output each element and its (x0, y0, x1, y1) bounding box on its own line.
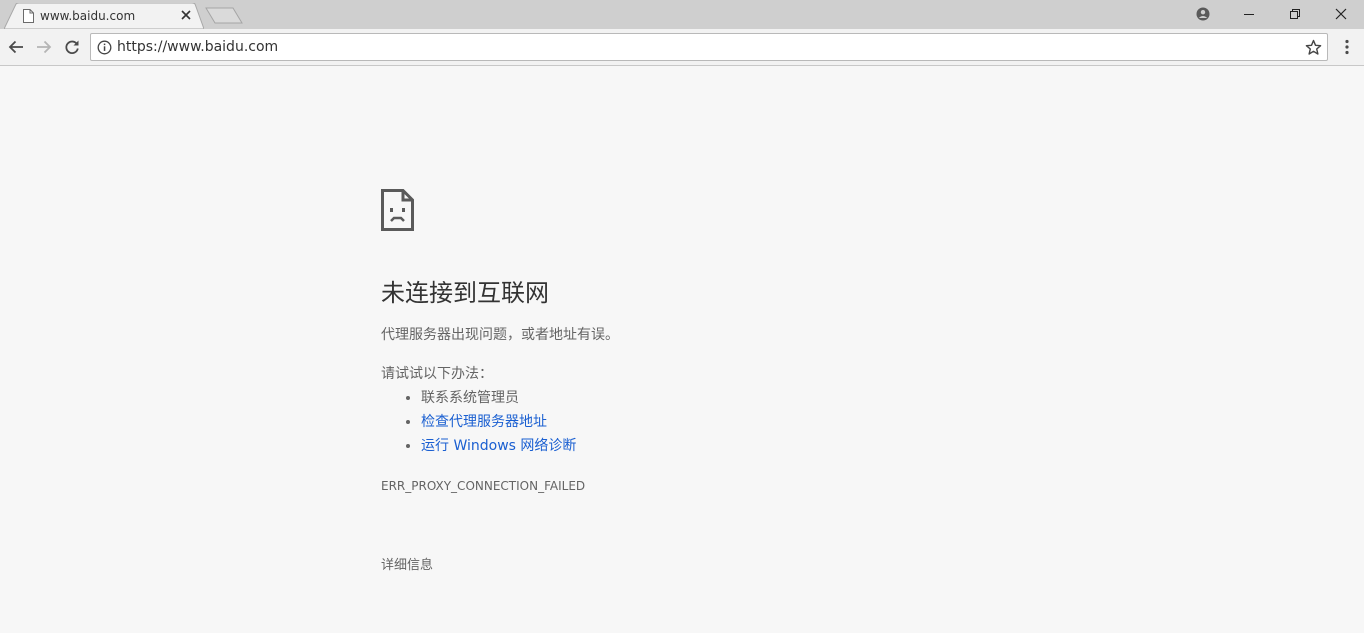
list-item: 检查代理服务器地址 (421, 413, 576, 437)
list-item: 运行 Windows 网络诊断 (421, 437, 576, 461)
close-icon[interactable] (180, 9, 192, 21)
arrow-right-icon (37, 40, 52, 54)
error-code: ERR_PROXY_CONNECTION_FAILED (381, 479, 586, 493)
address-bar[interactable] (90, 33, 1328, 61)
suggestion-run-diagnostics-link[interactable]: 运行 Windows 网络诊断 (421, 438, 576, 454)
browser-tab-active[interactable]: www.baidu.com (4, 3, 204, 30)
suggestion-check-proxy-link[interactable]: 检查代理服务器地址 (421, 414, 547, 430)
star-icon[interactable] (1305, 39, 1322, 56)
minimize-button[interactable] (1226, 0, 1272, 28)
minimize-icon (1244, 14, 1254, 15)
suggestions-list: 联系系统管理员 检查代理服务器地址 运行 Windows 网络诊断 (381, 389, 576, 461)
close-window-button[interactable] (1318, 0, 1364, 28)
restore-icon (1290, 9, 1300, 19)
suggestion-contact-admin: 联系系统管理员 (421, 390, 519, 406)
new-tab-button[interactable] (205, 7, 243, 24)
tab-strip: www.baidu.com (0, 0, 1364, 30)
person-icon (1196, 7, 1210, 21)
back-button[interactable] (6, 37, 26, 57)
browser-menu-button[interactable] (1338, 37, 1356, 57)
error-description: 代理服务器出现问题，或者地址有误。 (381, 327, 619, 343)
reload-icon (65, 40, 79, 54)
forward-button[interactable] (34, 37, 54, 57)
details-button[interactable]: 详细信息 (381, 558, 433, 574)
url-input[interactable] (117, 37, 1287, 57)
tab-title: www.baidu.com (40, 9, 136, 23)
reload-button[interactable] (62, 37, 82, 57)
close-icon (1335, 8, 1347, 20)
error-heading: 未连接到互联网 (381, 279, 549, 307)
info-icon[interactable] (97, 40, 112, 55)
browser-toolbar (0, 29, 1364, 66)
arrow-left-icon (8, 40, 23, 54)
restore-button[interactable] (1272, 0, 1318, 28)
profile-button[interactable] (1180, 0, 1226, 28)
document-icon (23, 9, 34, 23)
sad-document-icon (381, 189, 414, 231)
suggestions-title: 请试试以下办法： (381, 366, 493, 382)
kebab-menu-icon (1345, 39, 1349, 55)
list-item: 联系系统管理员 (421, 389, 576, 413)
